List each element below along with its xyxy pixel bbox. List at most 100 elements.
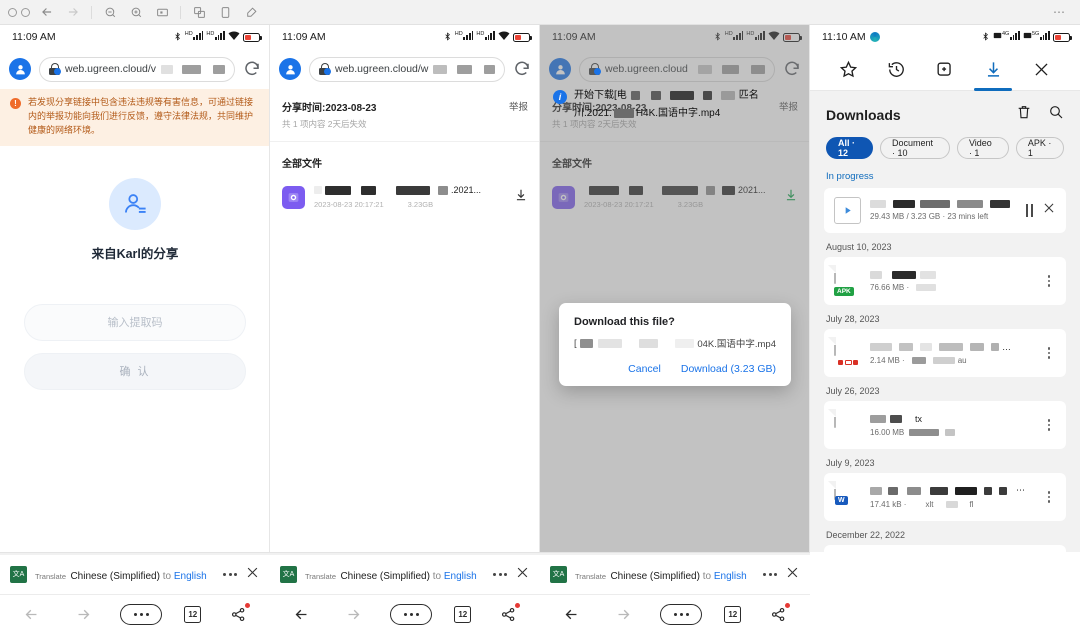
redacted-name-1 — [314, 186, 322, 194]
redacted-toast-3 — [669, 91, 694, 100]
download-icon[interactable] — [514, 188, 528, 207]
tab-collections[interactable] — [924, 49, 966, 91]
redacted-d-2 — [888, 486, 898, 495]
nav-forward-icon[interactable] — [69, 600, 99, 628]
rotate-icon[interactable] — [212, 2, 238, 22]
redacted-toast-1 — [630, 91, 640, 100]
panel-divider-3 — [809, 25, 810, 633]
url-input[interactable]: web.ugreen.cloud/v — [39, 56, 235, 82]
item-menu-icon[interactable] — [1042, 491, 1056, 503]
nav-back-icon[interactable] — [557, 600, 587, 628]
translate-close-icon[interactable] — [515, 565, 530, 585]
close-icon[interactable] — [1021, 49, 1063, 91]
nav-tab-count[interactable]: 12 — [454, 605, 472, 623]
search-icon[interactable] — [1048, 104, 1064, 125]
download-size-mid: xlt — [925, 500, 934, 509]
item-menu-icon[interactable] — [1042, 275, 1056, 287]
redacted-c-1 — [870, 414, 886, 423]
download-button[interactable]: Download (3.23 GB) — [681, 363, 776, 375]
chip-all[interactable]: All · 12 — [826, 137, 873, 159]
zoom-in-icon[interactable] — [123, 2, 149, 22]
url-text: web.ugreen.cloud/w — [335, 63, 429, 75]
nav-tab-count[interactable]: 12 — [724, 605, 742, 623]
more-tools-icon[interactable] — [238, 2, 264, 22]
list-item[interactable]: APK 76.66 MB · — [824, 257, 1066, 305]
share-expiry: 共 1 项内容 2天后失效 — [282, 119, 367, 129]
nav-menu-button[interactable] — [120, 603, 163, 625]
share-notification-dot — [515, 603, 521, 608]
tab-favorites[interactable] — [827, 49, 869, 91]
nav-back-icon[interactable] — [17, 600, 47, 628]
bluetooth-icon — [443, 31, 452, 44]
screenshot-icon[interactable] — [149, 2, 175, 22]
bottom-cell-3: 文A Translate Chinese (Simplified) to Eng… — [540, 552, 810, 633]
list-item[interactable]: W ⋯ 17.41 kB · xlt fl — [824, 473, 1066, 521]
profile-avatar[interactable] — [9, 58, 31, 80]
translate-bar: 文A Translate Chinese (Simplified) to Eng… — [0, 555, 270, 595]
tab-history[interactable] — [876, 49, 918, 91]
cancel-download-icon[interactable] — [1042, 201, 1056, 220]
reload-icon[interactable] — [243, 60, 261, 78]
item-menu-icon[interactable] — [1042, 419, 1056, 431]
downloads-header: Downloads — [810, 91, 1080, 131]
report-link[interactable]: 举报 — [509, 99, 528, 113]
translate-more-icon[interactable] — [223, 573, 237, 576]
translate-close-icon[interactable] — [785, 565, 800, 585]
chip-video[interactable]: Video · 1 — [956, 137, 1009, 159]
in-progress-item[interactable]: 29.43 MB / 3.23 GB · 23 mins left — [824, 188, 1066, 233]
nav-back-icon[interactable] — [287, 600, 317, 628]
nav-forward-icon[interactable] — [609, 600, 639, 628]
nav-tab-count[interactable]: 12 — [184, 605, 202, 623]
dialog-title: Download this file? — [574, 316, 675, 328]
pause-icon[interactable] — [1025, 204, 1033, 217]
url-input[interactable]: web.ugreen.cloud/w — [309, 56, 505, 82]
nav-menu-button[interactable] — [660, 603, 703, 625]
confirm-button[interactable]: 确 认 — [24, 352, 246, 390]
translate-target[interactable]: English — [714, 571, 747, 582]
chip-document[interactable]: Document · 10 — [879, 137, 950, 159]
nav-share-icon[interactable] — [493, 600, 523, 628]
translate-more-icon[interactable] — [493, 573, 507, 576]
file-row[interactable]: .2021... 2023-08-23 20:17:21 3.23GB — [270, 179, 540, 219]
translate-target[interactable]: English — [174, 571, 207, 582]
nav-share-icon[interactable] — [763, 600, 793, 628]
zoom-out-icon[interactable] — [97, 2, 123, 22]
close-window-button[interactable] — [8, 7, 17, 17]
back-button[interactable] — [34, 2, 60, 22]
redacted-a-2 — [892, 270, 916, 279]
nav-menu-button[interactable] — [390, 603, 433, 625]
extract-code-input[interactable]: 输入提取码 — [24, 303, 246, 341]
translate-more-icon[interactable] — [763, 573, 777, 576]
file-date: 2023-08-23 20:17:21 — [314, 200, 384, 209]
minimize-window-button[interactable] — [21, 7, 30, 17]
translate-icon: 文A — [280, 566, 297, 583]
toast-tail-1: 匹名 — [738, 90, 759, 101]
status-bar-1: 11:09 AM HD HD — [0, 25, 270, 49]
window-overflow-menu[interactable]: ⋯ — [1046, 2, 1072, 22]
legal-warning-banner: ! 若发现分享链接中包含违法违规等有害信息，可通过链接内的举报功能向我们进行反馈… — [0, 89, 270, 146]
translate-target[interactable]: English — [444, 571, 477, 582]
nav-share-icon[interactable] — [223, 600, 253, 628]
translate-label: Translate — [305, 571, 336, 581]
list-item[interactable]: … 2.14 MB · au — [824, 329, 1066, 377]
forward-button[interactable] — [60, 2, 86, 22]
chip-apk[interactable]: APK · 1 — [1015, 137, 1064, 159]
share-owner-avatar — [109, 177, 161, 230]
trash-icon[interactable] — [1016, 104, 1032, 125]
cancel-button[interactable]: Cancel — [628, 363, 661, 375]
tab-downloads[interactable] — [972, 49, 1014, 91]
download-size-text: 17.41 kB · — [870, 500, 907, 509]
list-item[interactable]: tx 16.00 MB — [824, 401, 1066, 449]
multi-window-icon[interactable] — [186, 2, 212, 22]
download-confirm-dialog: Download this file? [ 04K.国语中字.mp4 Cance… — [559, 303, 791, 386]
toast-line-2: 川.2021. — [574, 108, 612, 119]
video-thumbnail-icon — [834, 197, 861, 224]
profile-avatar[interactable] — [279, 58, 301, 80]
reload-icon[interactable] — [513, 60, 531, 78]
nav-forward-icon[interactable] — [339, 600, 369, 628]
browser-navbar: 12 — [540, 595, 810, 633]
bluetooth-icon — [981, 31, 990, 44]
item-menu-icon[interactable] — [1042, 347, 1056, 359]
wifi-icon — [498, 31, 510, 43]
translate-close-icon[interactable] — [245, 565, 260, 585]
